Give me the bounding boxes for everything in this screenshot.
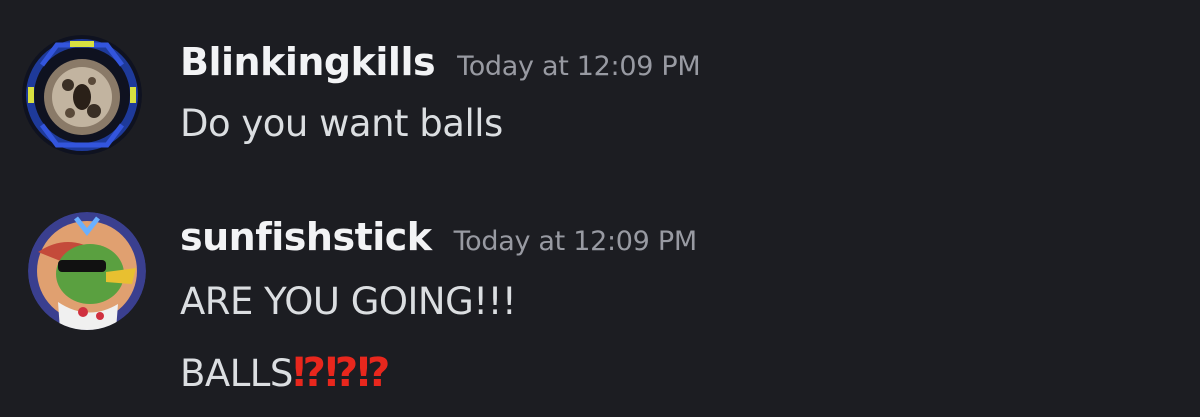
avatar-circuit-ring-icon <box>22 35 142 155</box>
user-avatar[interactable] <box>22 35 142 155</box>
message-timestamp[interactable]: Today at 12:09 PM <box>457 51 701 82</box>
avatar-green-bird-icon <box>28 212 146 330</box>
message-timestamp[interactable]: Today at 12:09 PM <box>454 226 698 257</box>
username[interactable]: sunfishstick <box>180 215 432 259</box>
username[interactable]: Blinkingkills <box>180 40 436 84</box>
message-text: BALLS⁉⁉⁉ <box>180 350 390 396</box>
user-avatar[interactable] <box>28 212 146 330</box>
message-text: Do you want balls <box>180 102 503 145</box>
message-item: sunfishstick Today at 12:09 PM ARE YOU GO… <box>0 190 1200 417</box>
message-text: ARE YOU GOING!!! <box>180 280 517 323</box>
chat-message-list: Blinkingkills Today at 12:09 PM Do you wa… <box>0 0 1200 417</box>
message-header: Blinkingkills Today at 12:09 PM <box>180 40 701 84</box>
exclamation-question-emoji: ⁉⁉⁉ <box>292 350 390 396</box>
message-text-line: BALLS <box>180 352 293 395</box>
message-item: Blinkingkills Today at 12:09 PM Do you wa… <box>0 0 1200 190</box>
message-header: sunfishstick Today at 12:09 PM <box>180 215 697 259</box>
